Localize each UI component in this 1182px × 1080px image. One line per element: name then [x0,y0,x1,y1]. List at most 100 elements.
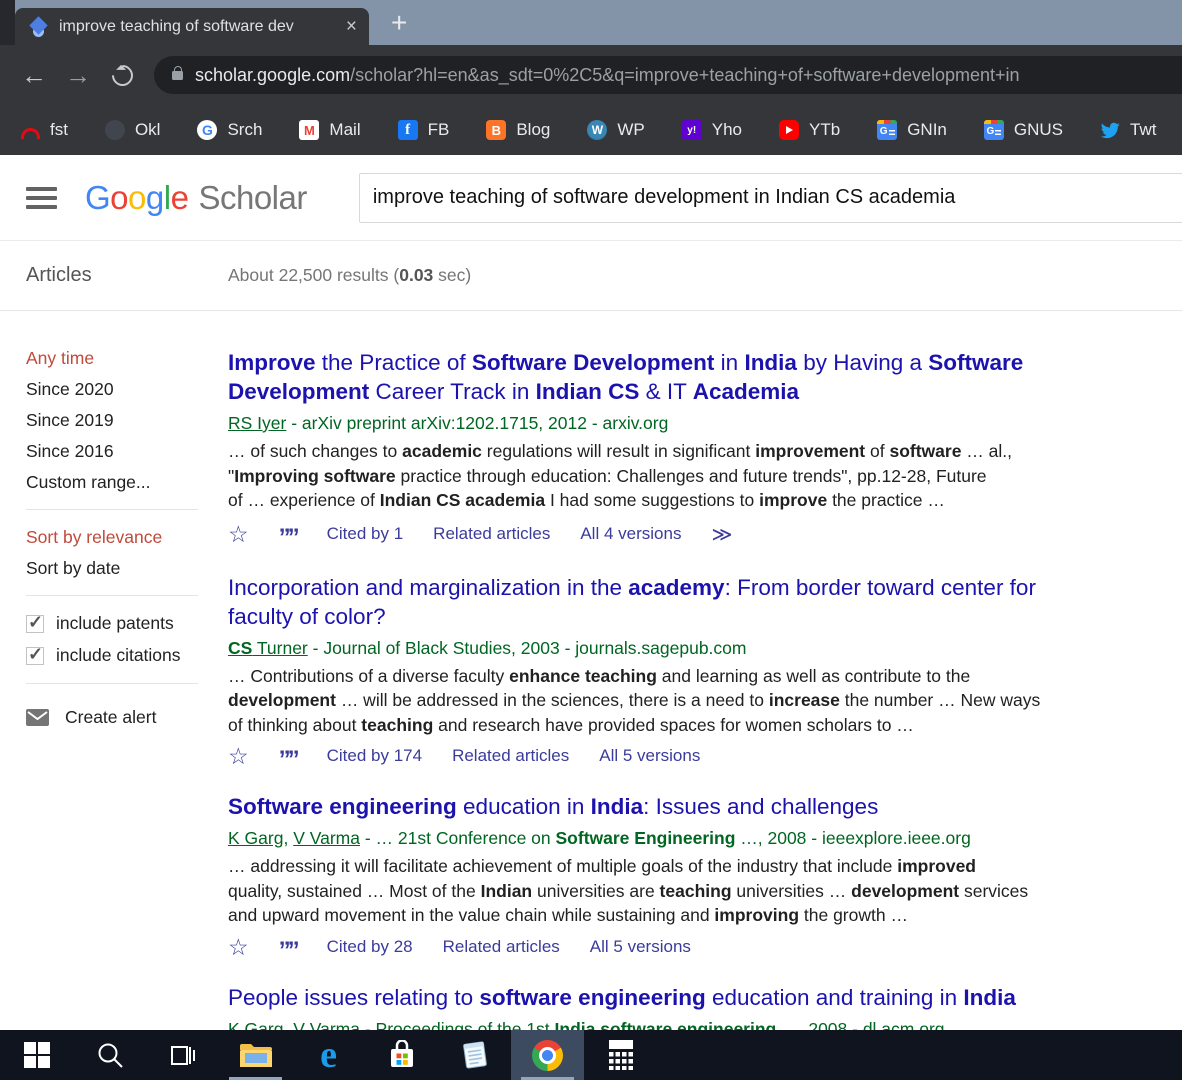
sidebar-filter-link[interactable]: Since 2019 [26,410,228,430]
save-star-icon[interactable]: ☆ [228,525,249,543]
bookmark-item[interactable]: Twt [1100,120,1156,140]
cite-icon[interactable]: ”” [279,947,297,955]
all-versions-link[interactable]: All 5 versions [599,746,700,766]
more-actions-icon[interactable]: ≫ [711,522,732,547]
file-explorer-button[interactable] [219,1030,292,1080]
sidebar-filter-link[interactable]: Any time [26,348,228,368]
result-title-link[interactable]: Software engineering education in India:… [228,792,1168,821]
sidebar-filter-link[interactable]: Since 2016 [26,441,228,461]
tab-close-icon[interactable]: × [342,16,361,38]
file-explorer-icon [239,1041,273,1069]
bookmark-label: Twt [1130,120,1156,140]
url-path: /scholar?hl=en&as_sdt=0%2C5&q=improve+te… [350,65,1019,86]
microsoft-store-button[interactable] [365,1030,438,1080]
bookmark-label: GNUS [1014,120,1063,140]
address-bar[interactable]: scholar.google.com/scholar?hl=en&as_sdt=… [154,56,1182,94]
facebook-icon: f [398,120,418,140]
logo-google: Google [85,179,188,216]
notepad-button[interactable] [438,1030,511,1080]
sidebar-checkbox-row[interactable]: include patents [26,613,228,634]
reload-button[interactable] [100,53,144,97]
all-versions-link[interactable]: All 4 versions [580,524,681,544]
blogger-icon: B [486,120,506,140]
sidebar-filter-link[interactable]: Sort by relevance [26,527,228,547]
bookmark-item[interactable]: W WP [587,120,644,140]
envelope-icon [26,709,49,726]
chrome-icon [532,1040,563,1071]
related-articles-link[interactable]: Related articles [433,524,550,544]
browser-tab-strip: improve teaching of software dev × + [0,0,1182,45]
bookmark-label: Blog [516,120,550,140]
reload-icon [107,60,137,90]
chrome-button[interactable] [511,1030,584,1080]
cited-by-link[interactable]: Cited by 28 [327,937,413,957]
checkbox-icon[interactable] [26,647,44,665]
new-tab-button[interactable]: + [391,9,407,37]
sidebar-filter-link[interactable]: Since 2020 [26,379,228,399]
results-header-row: Articles About 22,500 results (0.03 sec) [0,241,1182,311]
bookmark-item[interactable]: G Srch [197,120,262,140]
sidebar-divider [26,509,198,510]
result-snippet: … Contributions of a diverse faculty enh… [228,664,1168,738]
sidebar-filter-link[interactable]: Sort by date [26,558,228,578]
notepad-icon [459,1040,491,1070]
start-button[interactable] [0,1030,73,1080]
menu-hamburger-icon[interactable] [26,187,57,209]
url-domain: scholar.google.com [195,65,350,86]
scholar-logo[interactable]: Google Scholar [85,179,307,217]
bookmark-item[interactable]: y! Yho [682,120,742,140]
bookmark-item[interactable]: f FB [398,120,450,140]
bookmark-item[interactable]: B Blog [486,120,550,140]
result-byline[interactable]: K Garg, V Varma - Proceedings of the 1st… [228,1017,1168,1031]
bookmark-item[interactable]: G GNUS [984,120,1063,140]
calculator-icon [609,1040,633,1070]
all-versions-link[interactable]: All 5 versions [590,937,691,957]
related-articles-link[interactable]: Related articles [443,937,560,957]
result-title-link[interactable]: Incorporation and marginalization in the… [228,573,1168,631]
cited-by-link[interactable]: Cited by 174 [327,746,422,766]
bookmark-item[interactable]: YTb [779,120,840,140]
microsoft-store-icon [387,1040,417,1070]
result-actions: ☆ ”” Cited by 1 Related articles All 4 v… [228,522,1168,547]
result-title-link[interactable]: People issues relating to software engin… [228,983,1168,1012]
filters-sidebar: Any time Since 2020 Since 2019 Since 201… [0,348,228,1030]
checkbox-icon[interactable] [26,615,44,633]
task-view-button[interactable] [146,1030,219,1080]
result-byline[interactable]: RS Iyer - arXiv preprint arXiv:1202.1715… [228,411,1168,435]
bookmark-label: fst [50,120,68,140]
cited-by-link[interactable]: Cited by 1 [327,524,404,544]
windows-start-icon [23,1041,51,1069]
search-result: Improve the Practice of Software Develop… [228,348,1168,547]
cite-icon[interactable]: ”” [279,534,297,542]
bookmark-item[interactable]: G GNIn [877,120,947,140]
save-star-icon[interactable]: ☆ [228,747,249,765]
forward-button[interactable]: → [56,53,100,97]
calculator-button[interactable] [584,1030,657,1080]
scholar-page: Google Scholar Articles About 22,500 resu… [0,155,1182,1030]
result-byline[interactable]: K Garg, V Varma - … 21st Conference on S… [228,826,1168,850]
edge-button[interactable]: e [292,1030,365,1080]
edge-icon: e [320,1040,337,1070]
create-alert-link[interactable]: Create alert [26,707,228,728]
bookmarks-bar: fst Okl G Srch M Mail f FB B Blog W WP y… [0,105,1182,155]
bookmark-item[interactable]: M Mail [299,120,360,140]
scholar-header: Google Scholar [0,155,1182,241]
result-title-link[interactable]: Improve the Practice of Software Develop… [228,348,1168,406]
sidebar-filter-link[interactable]: Custom range... [26,472,228,492]
taskbar-search-button[interactable] [73,1030,146,1080]
browser-tab[interactable]: improve teaching of software dev × [15,8,369,45]
bookmark-item[interactable]: Okl [105,120,161,140]
scholar-search-input[interactable] [359,173,1182,223]
gmail-icon: M [299,120,319,140]
related-articles-link[interactable]: Related articles [452,746,569,766]
save-star-icon[interactable]: ☆ [228,938,249,956]
bookmark-label: Srch [227,120,262,140]
logo-scholar: Scholar [198,179,306,216]
result-byline[interactable]: CS Turner - Journal of Black Studies, 20… [228,636,1168,660]
sidebar-checkbox-row[interactable]: include citations [26,645,228,666]
cite-icon[interactable]: ”” [279,756,297,764]
back-button[interactable]: ← [12,53,56,97]
search-result: People issues relating to software engin… [228,983,1168,1031]
articles-tab[interactable]: Articles [0,264,228,287]
bookmark-item[interactable]: fst [20,120,68,140]
